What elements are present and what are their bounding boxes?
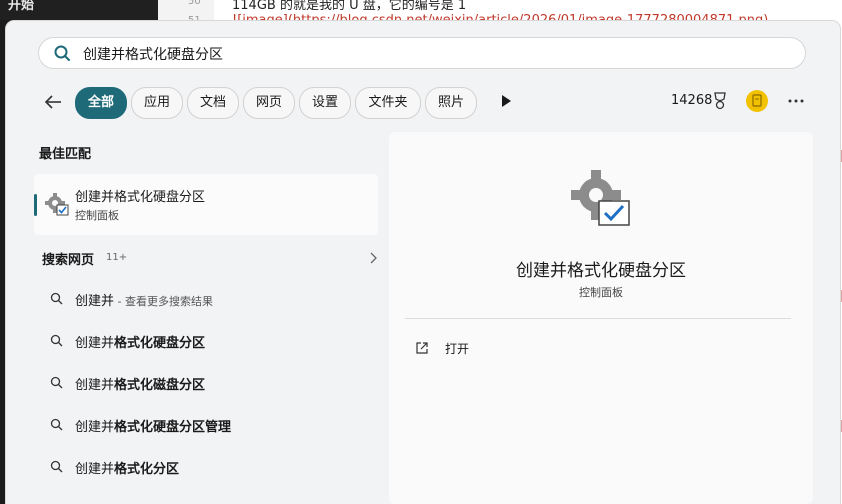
best-match-heading: 最佳匹配 — [39, 147, 92, 162]
suggestion-text: 创建并格式化分区 — [75, 458, 179, 477]
suggestion-prefix: 创建并 — [75, 294, 115, 309]
more-options-icon[interactable] — [786, 93, 806, 109]
search-icon — [50, 292, 63, 305]
suggestion-text: 创建并格式化硬盘分区 — [75, 332, 205, 351]
search-icon — [50, 418, 63, 431]
web-suggestion[interactable]: 创建并格式化分区 — [42, 453, 378, 481]
best-match-subtitle: 控制面板 — [75, 209, 119, 222]
web-suggestion[interactable]: 创建并 - 查看更多搜索结果 — [42, 285, 378, 313]
editor-line: 114GB 的就是我的 U 盘，它的编号是 1 — [232, 0, 467, 13]
suggestion-prefix: 创建并 — [75, 336, 115, 351]
suggestion-text: 创建并 - 查看更多搜索结果 — [75, 290, 213, 309]
chevron-right-icon[interactable] — [368, 251, 378, 265]
web-suggestion[interactable]: 创建并格式化硬盘分区管理 — [42, 411, 378, 439]
tab-photos[interactable]: 照片 — [425, 87, 477, 119]
rewards-points: 14268 — [671, 93, 713, 108]
search-icon — [50, 460, 63, 473]
suggestion-prefix: 创建并 — [75, 420, 115, 435]
preview-subtitle: 控制面板 — [579, 286, 623, 299]
selection-indicator — [34, 194, 37, 216]
preview-title: 创建并格式化硬盘分区 — [516, 261, 686, 281]
suggestion-prefix: 创建并 — [75, 378, 115, 393]
search-web-header[interactable]: 搜索网页 11+ — [42, 249, 378, 269]
search-icon — [50, 334, 63, 347]
line-number: 50 — [188, 0, 201, 7]
control-panel-gear-icon — [571, 170, 630, 226]
suggestion-bold: 格式化磁盘分区 — [114, 378, 206, 393]
suggestion-suffix: - 查看更多搜索结果 — [114, 295, 213, 308]
suggestion-text: 创建并格式化磁盘分区 — [75, 374, 205, 393]
search-web-heading: 搜索网页 — [42, 253, 95, 268]
more-filters-play-icon[interactable] — [498, 93, 514, 109]
web-suggestion[interactable]: 创建并格式化磁盘分区 — [42, 369, 378, 397]
best-match-item[interactable]: 创建并格式化硬盘分区 控制面板 — [34, 174, 378, 235]
control-panel-gear-icon — [45, 193, 69, 216]
back-arrow-icon[interactable] — [42, 91, 64, 113]
open-action[interactable]: 打开 — [411, 338, 531, 360]
search-icon — [54, 45, 70, 61]
preview-pane: 创建并格式化硬盘分区 控制面板 打开 — [389, 132, 813, 504]
suggestion-text: 创建并格式化硬盘分区管理 — [75, 416, 231, 435]
tab-folders[interactable]: 文件夹 — [355, 87, 421, 119]
start-label: 开始 — [8, 0, 35, 13]
tab-apps[interactable]: 应用 — [131, 87, 183, 119]
tab-settings[interactable]: 设置 — [299, 87, 351, 119]
open-external-icon — [416, 342, 428, 354]
start-sidebar: 开始 — [0, 0, 158, 20]
suggestion-prefix: 创建并 — [75, 462, 115, 477]
search-icon — [50, 376, 63, 389]
tab-documents[interactable]: 文档 — [187, 87, 239, 119]
web-suggestion[interactable]: 创建并格式化硬盘分区 — [42, 327, 378, 355]
search-input[interactable]: 创建并格式化硬盘分区 — [83, 44, 223, 64]
suggestion-bold: 格式化分区 — [114, 462, 180, 477]
suggestion-bold: 格式化硬盘分区管理 — [114, 420, 232, 435]
suggestion-bold: 格式化硬盘分区 — [114, 336, 206, 351]
search-panel: 创建并格式化硬盘分区 全部 应用 文档 网页 设置 文件夹 照片 14268 最… — [6, 21, 840, 504]
search-box[interactable]: 创建并格式化硬盘分区 — [38, 37, 806, 69]
web-result-count: 11+ — [106, 252, 128, 263]
best-match-name: 创建并格式化硬盘分区 — [75, 190, 206, 205]
open-action-label: 打开 — [445, 342, 470, 356]
tab-web[interactable]: 网页 — [243, 87, 295, 119]
rewards-icon[interactable] — [712, 92, 728, 110]
tab-all[interactable]: 全部 — [75, 87, 127, 119]
avatar[interactable] — [746, 90, 768, 112]
divider — [405, 318, 791, 319]
avatar-badge-icon — [752, 94, 762, 107]
